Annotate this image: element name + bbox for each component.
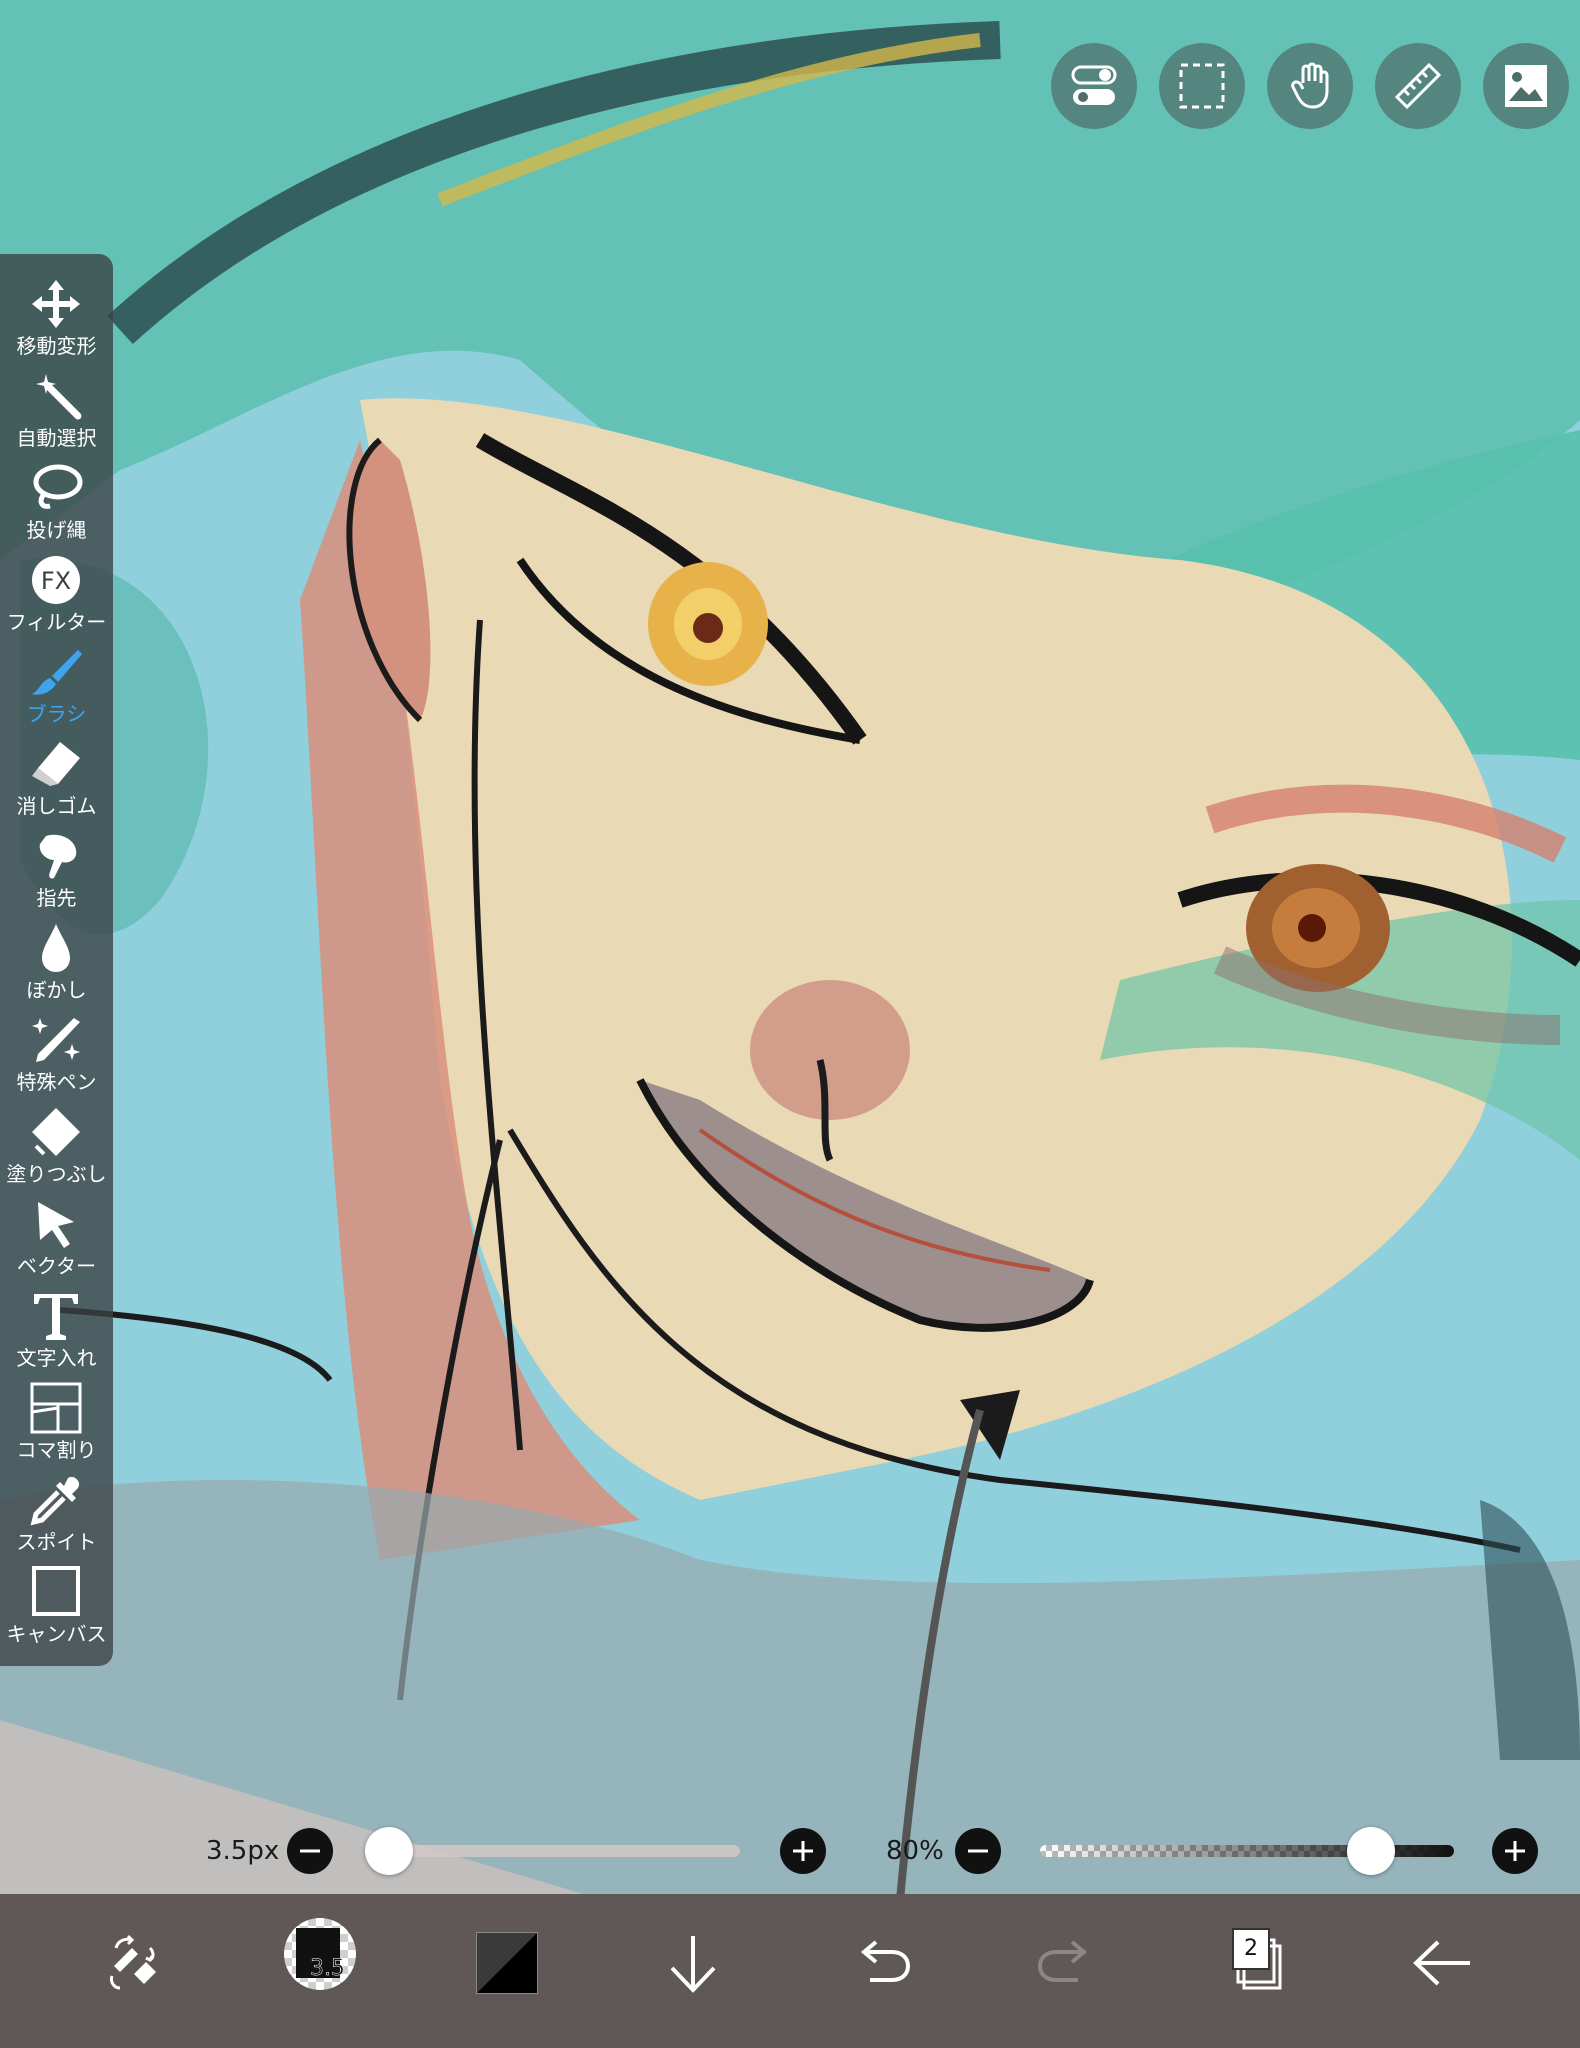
minus-icon	[300, 1849, 320, 1853]
opacity-value: 80%	[886, 1836, 944, 1866]
svg-text:FX: FX	[41, 567, 71, 595]
toggle-button[interactable]	[1051, 43, 1137, 129]
back-arrow-icon	[1413, 1940, 1470, 1986]
text-icon	[34, 1294, 78, 1340]
layer-count: 2	[1232, 1928, 1270, 1970]
tool-vector[interactable]: ベクター	[0, 1194, 113, 1286]
move-arrows-icon	[32, 280, 80, 328]
vector-cursor-icon	[38, 1202, 74, 1248]
color-icon	[476, 1932, 538, 1994]
brush-size-slider-thumb[interactable]	[365, 1827, 414, 1875]
eraser-icon	[32, 742, 80, 786]
tool-finger[interactable]: 指先	[0, 826, 113, 918]
blur-drop-icon	[42, 924, 70, 972]
fx-icon: FX	[32, 556, 80, 604]
download-icon	[670, 1936, 716, 1993]
tool-label: キャンバス	[6, 1622, 107, 1646]
tool-label: 特殊ペン	[16, 1070, 97, 1094]
tool-fill[interactable]: 塗りつぶし	[0, 1102, 113, 1194]
brush-size-increase-button[interactable]	[780, 1828, 826, 1874]
tool-special-pen[interactable]: 特殊ペン	[0, 1010, 113, 1102]
ruler-icon	[1394, 62, 1442, 110]
hand-button[interactable]	[1267, 43, 1353, 129]
brush-size-slider[interactable]	[365, 1827, 740, 1875]
tool-label: 文字入れ	[16, 1346, 97, 1370]
redo-button[interactable]	[1022, 1918, 1112, 2008]
tool-eyedropper[interactable]: スポイト	[0, 1470, 113, 1562]
magic-wand-icon	[36, 374, 82, 420]
brush-size-preview-button[interactable]: 3.5	[284, 1918, 356, 1990]
tool-lasso[interactable]: 投げ縄	[0, 458, 113, 550]
image-icon	[1505, 65, 1547, 107]
eyedropper-icon	[30, 1476, 80, 1526]
selection-button[interactable]	[1159, 43, 1245, 129]
tool-brush[interactable]: ブラシ	[0, 642, 113, 734]
minus-icon	[968, 1849, 988, 1853]
canvas-icon	[32, 1566, 80, 1616]
panel-frame-icon	[30, 1382, 82, 1434]
tool-panel[interactable]: コマ割り	[0, 1378, 113, 1470]
plus-icon	[793, 1841, 813, 1861]
tool-palette: 移動変形 自動選択 投げ縄 FX フィルター ブラシ 消しゴム 指先 ぼかし 特…	[0, 254, 113, 1666]
undo-button[interactable]	[836, 1918, 926, 2008]
finger-smudge-icon	[39, 834, 77, 879]
tool-filter[interactable]: FX フィルター	[0, 550, 113, 642]
tool-label: 自動選択	[16, 426, 97, 450]
undo-icon	[860, 1940, 911, 1982]
brush-size-value: 3.5px	[206, 1836, 280, 1866]
toggle-icon	[1071, 65, 1117, 105]
tool-label: ぼかし	[26, 978, 87, 1002]
tool-label: ブラシ	[26, 702, 87, 726]
brush-icon	[32, 650, 82, 695]
tool-label: 移動変形	[16, 334, 97, 358]
tool-label: 消しゴム	[16, 794, 97, 818]
brush-size-badge-value: 3.5	[310, 1956, 346, 1982]
back-button[interactable]	[1398, 1918, 1488, 2008]
special-pen-icon	[32, 1018, 80, 1062]
ruler-button[interactable]	[1375, 43, 1461, 129]
plus-icon	[1505, 1841, 1525, 1861]
swap-tools-icon	[110, 1934, 156, 1990]
tool-auto-select[interactable]: 自動選択	[0, 366, 113, 458]
tool-eraser[interactable]: 消しゴム	[0, 734, 113, 826]
tool-label: フィルター	[6, 610, 107, 634]
tool-label: 投げ縄	[26, 518, 87, 542]
fill-bucket-icon	[32, 1108, 80, 1156]
opacity-decrease-button[interactable]	[955, 1828, 1001, 1874]
selection-icon	[1179, 63, 1225, 109]
bottom-toolbar	[0, 1894, 1580, 2048]
drawing-canvas[interactable]	[0, 0, 1580, 2048]
opacity-slider-thumb[interactable]	[1347, 1827, 1396, 1875]
tool-move-transform[interactable]: 移動変形	[0, 274, 113, 366]
tool-blur[interactable]: ぼかし	[0, 918, 113, 1010]
hand-icon	[1291, 62, 1329, 109]
tool-label: 指先	[36, 886, 77, 910]
tool-label: スポイト	[16, 1530, 97, 1554]
tool-canvas[interactable]: キャンバス	[0, 1562, 113, 1654]
brush-size-decrease-button[interactable]	[287, 1828, 333, 1874]
swap-tools-button[interactable]	[88, 1918, 178, 2008]
opacity-increase-button[interactable]	[1492, 1828, 1538, 1874]
color-button[interactable]	[462, 1918, 552, 2008]
tool-label: 塗りつぶし	[6, 1162, 107, 1186]
lasso-icon	[33, 464, 83, 509]
tool-text[interactable]: 文字入れ	[0, 1286, 113, 1378]
redo-icon	[1037, 1940, 1088, 1982]
opacity-slider[interactable]	[1040, 1827, 1454, 1875]
download-button[interactable]	[648, 1918, 738, 2008]
tool-label: ベクター	[16, 1254, 97, 1278]
reference-image-button[interactable]	[1483, 43, 1569, 129]
tool-label: コマ割り	[16, 1438, 97, 1462]
